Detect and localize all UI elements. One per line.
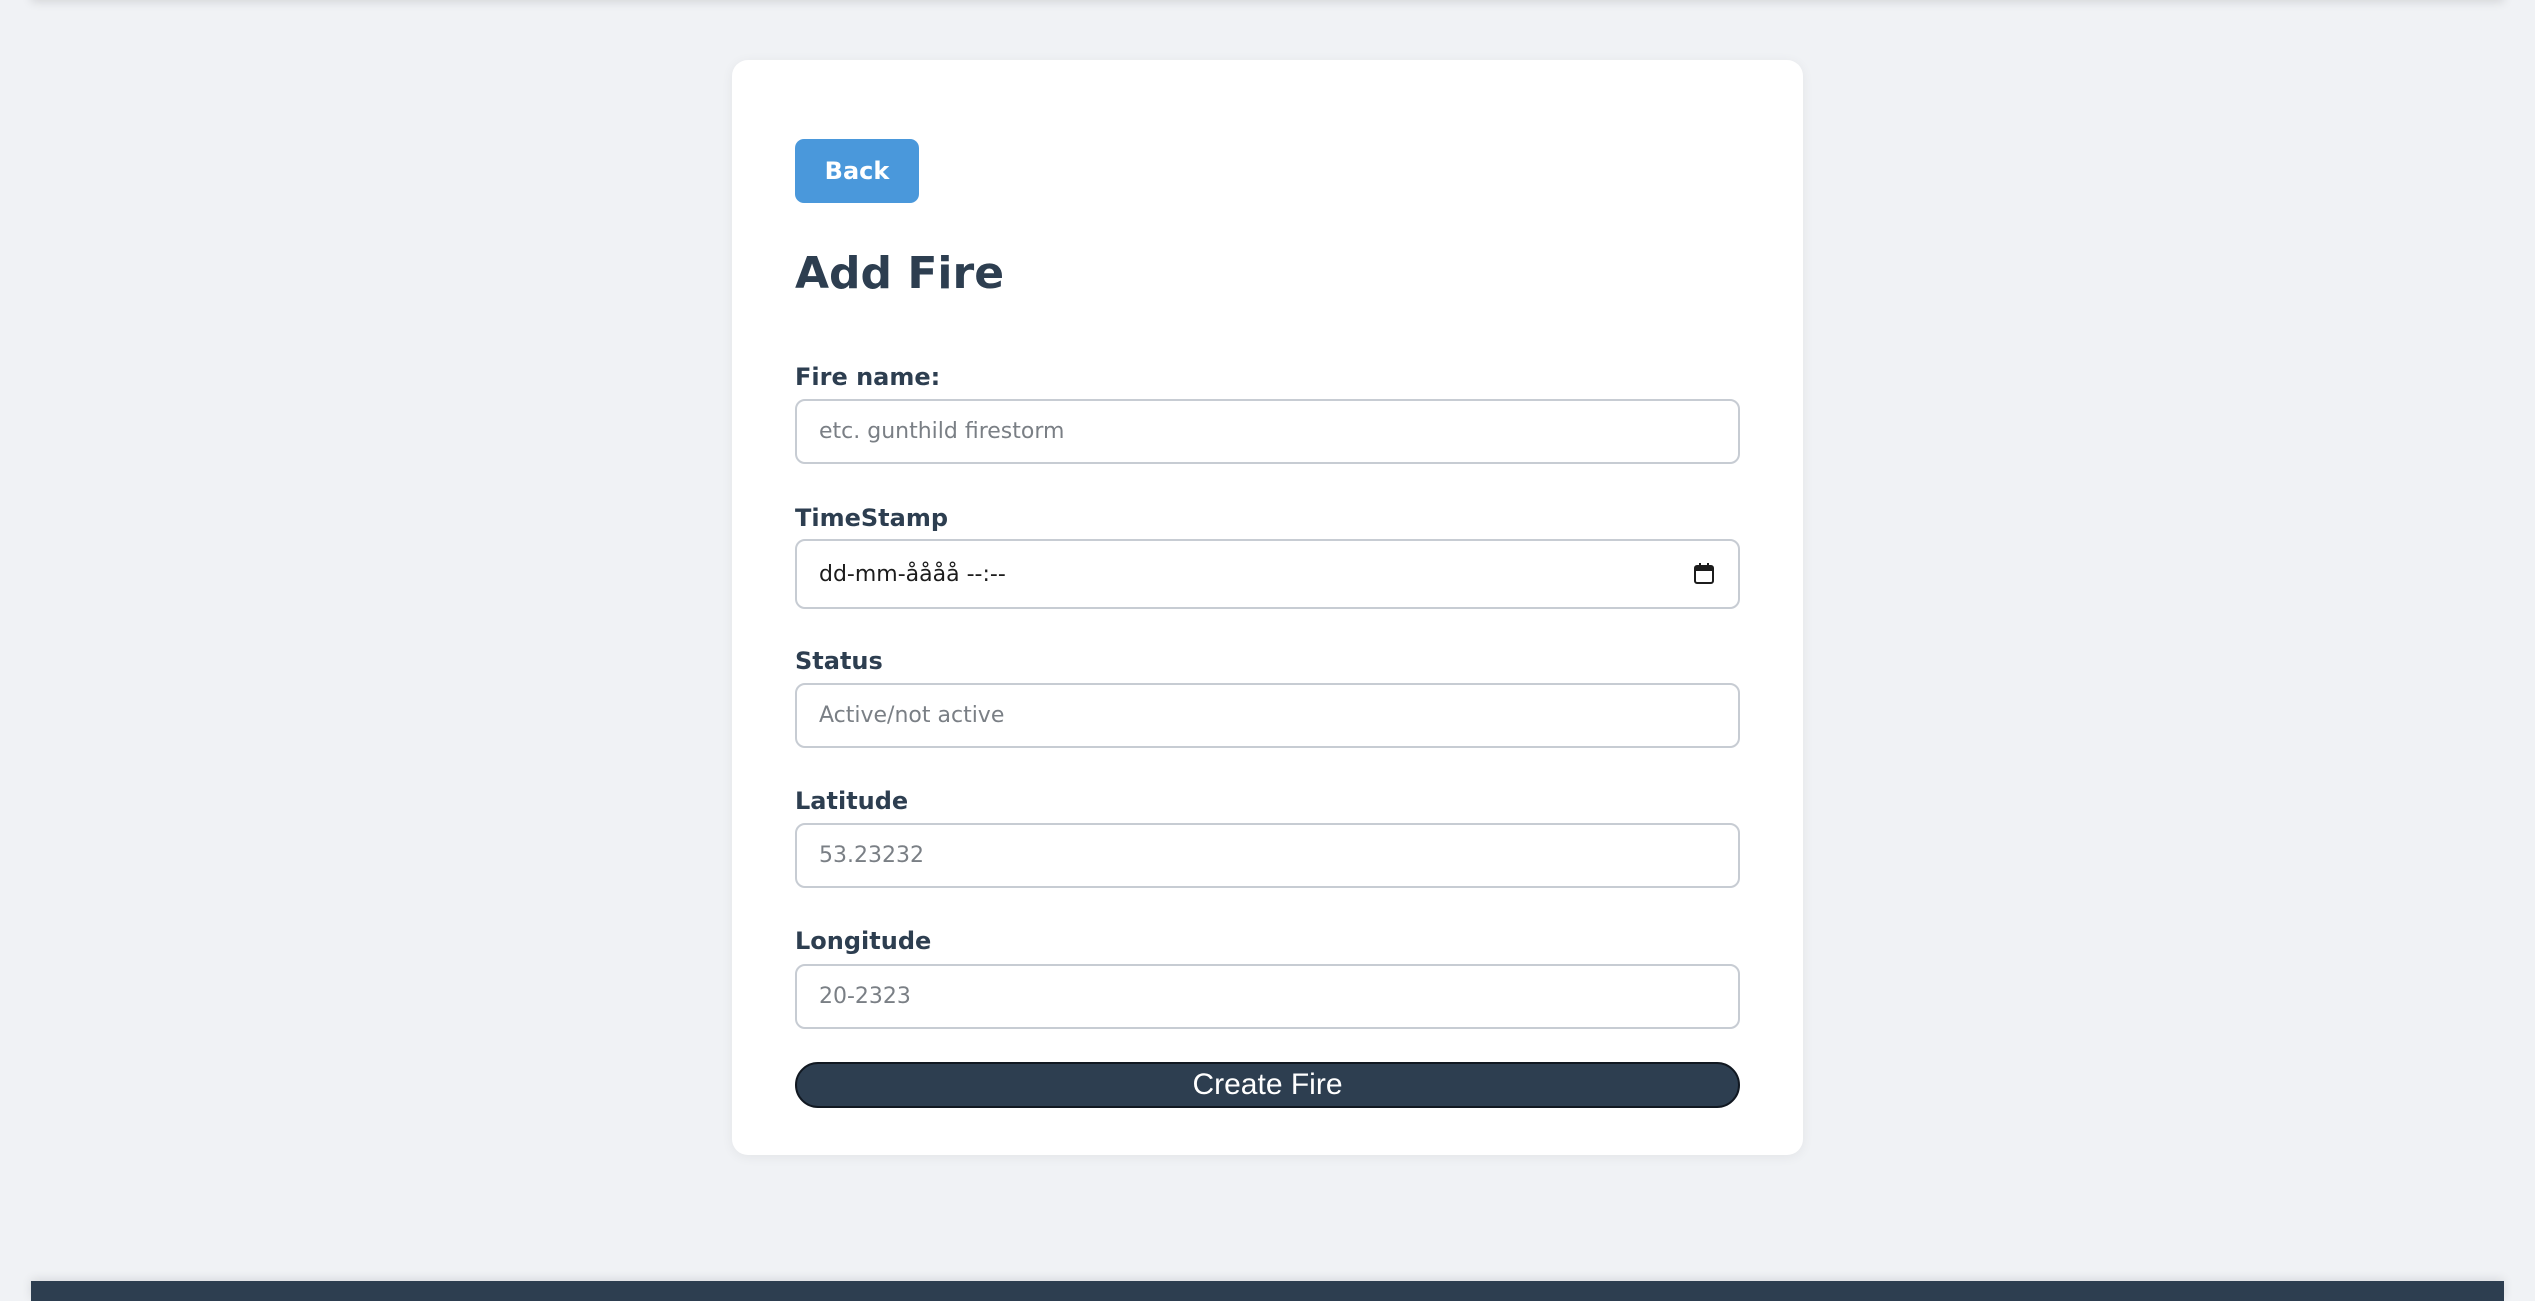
footer [31,1281,2504,1301]
longitude-input[interactable] [795,964,1740,1029]
create-fire-button[interactable]: Create Fire [795,1062,1740,1108]
latitude-input[interactable] [795,823,1740,888]
calendar-icon[interactable] [1692,562,1716,586]
page-title: Add Fire [795,248,1005,299]
timestamp-value: dd-mm-åååå --:-- [819,561,1006,587]
add-fire-card: Back Add Fire Fire name: TimeStamp dd-mm… [732,60,1803,1155]
latitude-label: Latitude [795,787,909,815]
timestamp-input[interactable]: dd-mm-åååå --:-- [795,539,1740,609]
timestamp-label: TimeStamp [795,504,949,532]
back-button[interactable]: Back [795,139,919,203]
fire-name-input[interactable] [795,399,1740,464]
status-input[interactable] [795,683,1740,748]
status-label: Status [795,647,883,675]
longitude-label: Longitude [795,927,932,955]
fire-name-label: Fire name: [795,363,941,391]
